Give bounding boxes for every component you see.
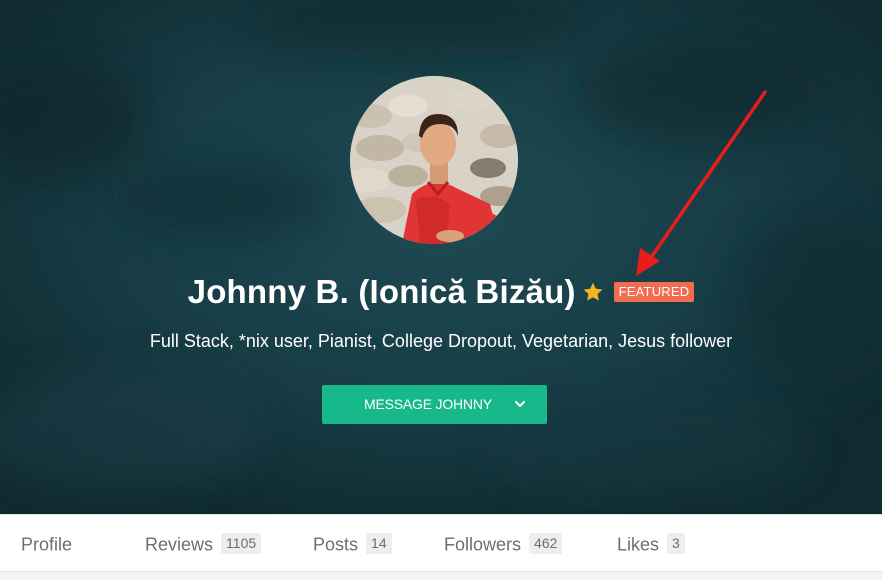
chevron-down-icon[interactable] <box>514 399 526 409</box>
star-icon <box>583 282 603 301</box>
message-button[interactable]: MESSAGE JOHNNY <box>322 385 547 424</box>
tab-count-badge: 1105 <box>221 532 262 554</box>
tab-label: Reviews <box>145 534 214 555</box>
profile-tagline: Full Stack, *nix user, Pianist, College … <box>149 331 733 351</box>
profile-name-row: Johnny B. (Ionică Bizău) FEATURED <box>0 268 882 318</box>
tab-posts[interactable]: Posts 14 <box>313 515 392 571</box>
message-button-label: MESSAGE JOHNNY <box>364 396 492 412</box>
featured-badge: FEATURED <box>613 282 695 302</box>
profile-page: Johnny B. (Ionică Bizău) FEATURED Full St… <box>0 0 882 580</box>
profile-hero: Johnny B. (Ionică Bizău) FEATURED Full St… <box>0 0 882 514</box>
avatar[interactable] <box>350 76 518 244</box>
tab-likes[interactable]: Likes 3 <box>617 515 685 571</box>
tab-label: Likes <box>617 534 660 555</box>
tab-profile[interactable]: Profile <box>21 515 72 571</box>
tab-followers[interactable]: Followers 462 <box>444 515 563 571</box>
tab-reviews[interactable]: Reviews 1105 <box>145 515 262 571</box>
tab-label: Posts <box>313 534 359 555</box>
tab-count-badge: 462 <box>529 532 563 554</box>
tab-label: Profile <box>21 534 73 555</box>
profile-name: Johnny B. (Ionică Bizău) <box>187 273 576 310</box>
tab-count-badge: 14 <box>366 532 392 554</box>
profile-tabs: Profile Reviews 1105 Posts 14 Followers 462… <box>0 514 882 572</box>
tab-label: Followers <box>444 534 522 555</box>
tab-count-badge: 3 <box>667 532 685 554</box>
